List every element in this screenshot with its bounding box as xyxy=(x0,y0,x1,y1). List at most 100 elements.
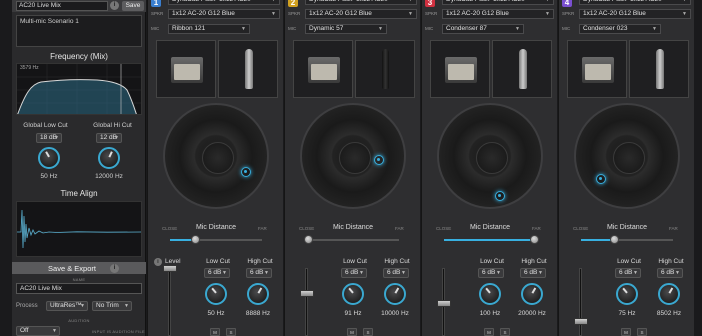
cabinet-image[interactable] xyxy=(156,40,216,98)
impulse-waveform xyxy=(17,209,141,249)
low-cut-knob[interactable] xyxy=(205,283,227,305)
dust-cap xyxy=(339,142,371,174)
mic-position-marker[interactable] xyxy=(374,155,384,165)
mic-select[interactable]: Ribbon 121 ▼ xyxy=(168,24,250,34)
mic-distance-slider[interactable] xyxy=(170,235,262,244)
global-low-cut-knob[interactable] xyxy=(38,147,60,169)
cab-pack-select[interactable]: DynaCab Pack 1x12 AC20 ▼ xyxy=(579,0,691,5)
mic-distance-slider[interactable] xyxy=(581,235,673,244)
low-cut-slope-select[interactable]: 6 dB ▼ xyxy=(341,268,367,278)
cabinet-image[interactable] xyxy=(430,40,490,98)
condenser-mic-icon xyxy=(656,49,664,89)
process-select[interactable]: UltraRes™ ▼ xyxy=(46,301,88,311)
high-cut-label: High Cut xyxy=(658,258,684,265)
mic-image[interactable] xyxy=(492,40,552,98)
export-name-field[interactable]: AC20 Live Mix xyxy=(16,283,142,294)
name-caption: NAME xyxy=(72,277,86,282)
mic-distance-thumb[interactable] xyxy=(304,235,314,244)
level-fader[interactable] xyxy=(579,268,582,336)
trim-select[interactable]: No Trim ▼ xyxy=(92,301,132,311)
mic-image[interactable] xyxy=(355,40,415,98)
high-cut-knob[interactable] xyxy=(521,283,543,305)
level-fader-cap[interactable] xyxy=(574,318,588,325)
high-cut-slope-value: 6 dB xyxy=(250,269,264,276)
high-cut-knob[interactable] xyxy=(247,283,269,305)
cab-pack-select[interactable]: DynaCab Pack 1x12 AC20 ▼ xyxy=(305,0,417,5)
info-icon[interactable]: i xyxy=(154,258,162,266)
high-cut-value: 8502 Hz xyxy=(656,310,682,317)
info-icon[interactable]: i xyxy=(110,1,119,10)
solo-button[interactable]: S xyxy=(226,328,236,336)
level-fader[interactable] xyxy=(305,268,308,336)
mic-image[interactable] xyxy=(629,40,689,98)
low-cut-slope-select[interactable]: 6 dB ▼ xyxy=(615,268,641,278)
cab-pack-select[interactable]: DynaCab Pack 1x12 AC20 ▼ xyxy=(168,0,280,5)
high-cut-knob[interactable] xyxy=(658,283,680,305)
mic-position-marker[interactable] xyxy=(495,191,505,201)
input-caption: INPUT IS AUDITION FILE xyxy=(92,329,145,334)
mic-distance-thumb[interactable] xyxy=(609,235,619,244)
preset-name-field[interactable]: AC20 Live Mix xyxy=(16,1,108,11)
mute-button[interactable]: M xyxy=(347,328,357,336)
high-cut-slope-select[interactable]: 6 dB ▼ xyxy=(520,268,546,278)
mic-label: MIC xyxy=(288,26,297,31)
mic-select[interactable]: Condenser 87 ▼ xyxy=(442,24,524,34)
speaker-select[interactable]: 1x12 AC-20 G12 Blue ▼ xyxy=(305,9,417,19)
channel-strip-3: 3 DynaCab Pack 1x12 AC20 ▼ SPKR 1x12 AC-2… xyxy=(421,0,557,336)
knob-pointer xyxy=(211,287,217,294)
chevron-down-icon: ▼ xyxy=(515,26,520,32)
time-align-title: Time Align xyxy=(60,189,98,198)
low-cut-slope-select[interactable]: 6 dB ▼ xyxy=(478,268,504,278)
speaker-cone-view[interactable] xyxy=(574,103,680,209)
speaker-select[interactable]: 1x12 AC-20 G12 Blue ▼ xyxy=(168,9,280,19)
description-field[interactable]: Multi-mic Scenario 1 xyxy=(16,15,142,47)
solo-button[interactable]: S xyxy=(500,328,510,336)
save-button[interactable]: Save xyxy=(122,1,144,11)
speaker-select[interactable]: 1x12 AC-20 G12 Blue ▼ xyxy=(442,9,554,19)
mute-button[interactable]: M xyxy=(210,328,220,336)
channel-number-badge: 3 xyxy=(425,0,435,7)
high-cut-knob[interactable] xyxy=(384,283,406,305)
high-cut-slope-select[interactable]: 6 dB ▼ xyxy=(657,268,683,278)
cabinet-image[interactable] xyxy=(293,40,353,98)
mic-distance-slider[interactable] xyxy=(304,235,399,244)
global-hi-cut-slope-select[interactable]: 12 dB ▼ xyxy=(96,133,122,143)
cabinet-image[interactable] xyxy=(567,40,627,98)
level-fader-cap[interactable] xyxy=(300,290,314,297)
chevron-down-icon: ▼ xyxy=(401,270,406,276)
level-fader-cap[interactable] xyxy=(163,265,177,272)
speaker-cone-view[interactable] xyxy=(437,103,543,209)
speaker-cone-view[interactable] xyxy=(300,103,406,209)
low-cut-slope-select[interactable]: 6 dB ▼ xyxy=(204,268,230,278)
mic-image[interactable] xyxy=(218,40,278,98)
solo-button[interactable]: S xyxy=(363,328,373,336)
audition-select[interactable]: Off ▼ xyxy=(16,326,60,336)
mic-position-marker[interactable] xyxy=(241,167,251,177)
mic-distance-slider[interactable] xyxy=(444,235,539,244)
low-cut-knob[interactable] xyxy=(342,283,364,305)
chevron-down-icon: ▼ xyxy=(538,270,543,276)
high-cut-slope-select[interactable]: 6 dB ▼ xyxy=(246,268,272,278)
mute-button[interactable]: M xyxy=(621,328,631,336)
mic-select[interactable]: Condenser 023 ▼ xyxy=(579,24,661,34)
low-cut-knob[interactable] xyxy=(616,283,638,305)
high-cut-label: High Cut xyxy=(247,258,273,265)
info-icon[interactable]: i xyxy=(110,263,119,273)
high-cut-slope-value: 6 dB xyxy=(661,269,675,276)
mute-button[interactable]: M xyxy=(484,328,494,336)
global-low-cut-slope-select[interactable]: 18 dB ▼ xyxy=(36,133,62,143)
high-cut-value: 10000 Hz xyxy=(381,310,409,317)
speaker-select[interactable]: 1x12 AC-20 G12 Blue ▼ xyxy=(579,9,691,19)
level-fader[interactable] xyxy=(168,268,171,336)
mic-position-marker[interactable] xyxy=(596,174,606,184)
high-cut-slope-select[interactable]: 6 dB ▼ xyxy=(383,268,409,278)
mic-select[interactable]: Dynamic 57 ▼ xyxy=(305,24,387,34)
cab-pack-select[interactable]: DynaCab Pack 1x12 AC20 ▼ xyxy=(442,0,554,5)
speaker-cone-view[interactable] xyxy=(163,103,269,209)
low-cut-knob[interactable] xyxy=(479,283,501,305)
mic-distance-thumb[interactable] xyxy=(529,235,539,244)
global-hi-cut-knob[interactable] xyxy=(98,147,120,169)
level-fader-cap[interactable] xyxy=(437,300,451,307)
mic-distance-thumb[interactable] xyxy=(191,235,201,244)
solo-button[interactable]: S xyxy=(637,328,647,336)
